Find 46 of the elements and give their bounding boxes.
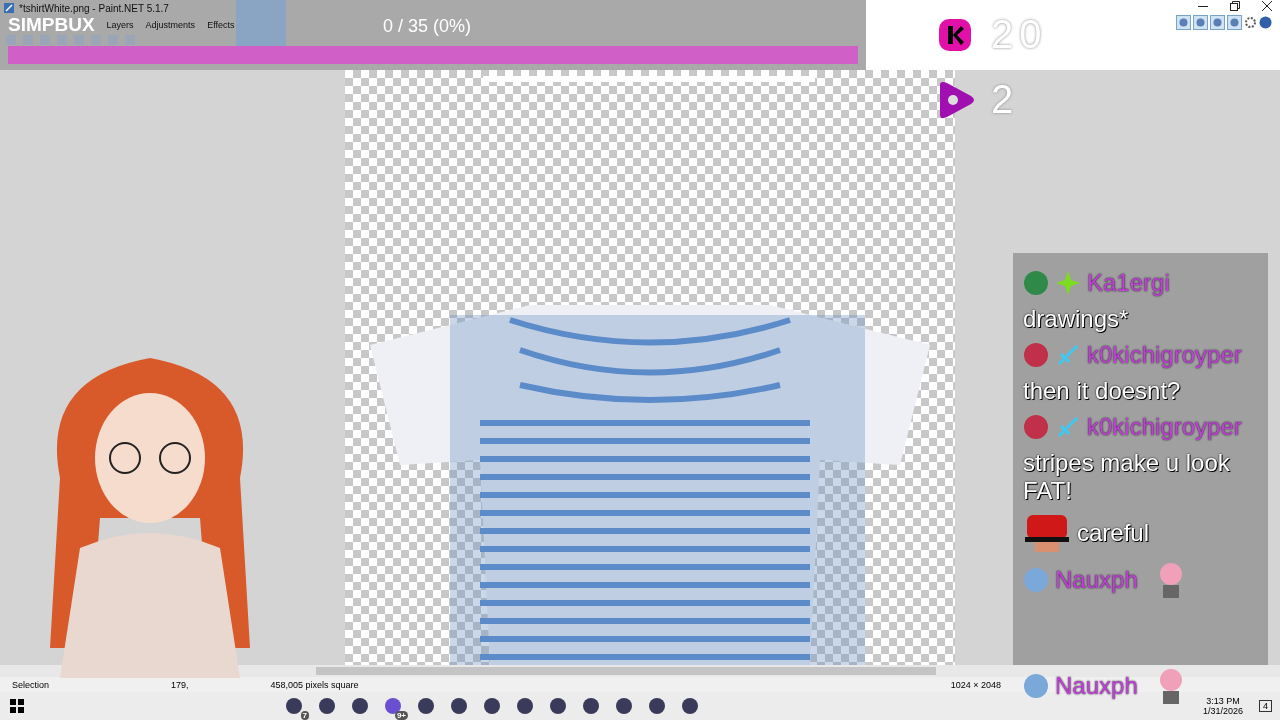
chat-message: careful bbox=[1077, 519, 1150, 547]
star-badge-icon bbox=[1055, 270, 1081, 296]
selection-label: Selection bbox=[12, 679, 50, 690]
chat-username: Nauxph bbox=[1055, 566, 1138, 594]
app-badge: 7 bbox=[300, 711, 309, 720]
sword-badge-icon bbox=[1055, 414, 1081, 440]
user-avatar-icon bbox=[1023, 414, 1049, 440]
menu-item[interactable]: Effects bbox=[203, 20, 239, 30]
window-title: *tshirtWhite.png - Paint.NET 5.1.7 bbox=[19, 2, 169, 14]
siren-emote-icon bbox=[1023, 513, 1071, 553]
restore-icon[interactable] bbox=[1230, 1, 1240, 11]
image-size: 1024 × 2048 bbox=[950, 679, 1001, 690]
user-avatar-icon bbox=[1023, 673, 1049, 699]
notification-count[interactable]: 4 bbox=[1259, 700, 1272, 712]
user-avatar-icon bbox=[1023, 342, 1049, 368]
close-icon[interactable] bbox=[1262, 1, 1272, 11]
help-icon[interactable] bbox=[1259, 16, 1272, 29]
image-canvas[interactable] bbox=[345, 70, 955, 665]
app-badge: 9+ bbox=[394, 711, 408, 720]
chat-username: k0kichigroyper bbox=[1087, 341, 1242, 369]
image-thumbnail[interactable] bbox=[236, 0, 286, 46]
tool-window-icon[interactable] bbox=[1176, 15, 1191, 30]
settings-icon[interactable] bbox=[1244, 16, 1257, 29]
goal-label: 0 / 35 (0%) bbox=[383, 16, 472, 37]
taskbar-app[interactable]: 9+ bbox=[378, 692, 408, 720]
chat-message: drawings* bbox=[1023, 305, 1130, 333]
clock-date: 1/31/2026 bbox=[1202, 706, 1243, 716]
chat-username: k0kichigroyper bbox=[1087, 413, 1242, 441]
brand-label: SIMPBUX bbox=[8, 14, 95, 36]
user-avatar-icon bbox=[1023, 567, 1049, 593]
chat-message: stripes make u look FAT! bbox=[1023, 449, 1231, 505]
user-avatar-icon bbox=[1023, 270, 1049, 296]
app-icon bbox=[3, 2, 15, 14]
cursor-position: 179, bbox=[171, 679, 189, 690]
menu-item[interactable]: Layers bbox=[102, 20, 138, 30]
chat-username: Nauxph bbox=[1055, 672, 1138, 700]
sword-badge-icon bbox=[1055, 342, 1081, 368]
chat-username: Ka1ergi bbox=[1087, 269, 1170, 297]
clock-time: 3:13 PM bbox=[1206, 696, 1240, 706]
windows-start-icon[interactable] bbox=[10, 699, 24, 713]
menu-item[interactable]: Adjustments bbox=[141, 20, 200, 30]
scrollbar-thumb[interactable] bbox=[316, 667, 936, 675]
chat-message: then it doesnt? bbox=[1023, 377, 1182, 405]
counter-value: 20 bbox=[991, 12, 1048, 57]
taskbar-app[interactable]: 7 bbox=[279, 692, 309, 720]
selection-area: 458,005 pixels square bbox=[270, 679, 359, 690]
